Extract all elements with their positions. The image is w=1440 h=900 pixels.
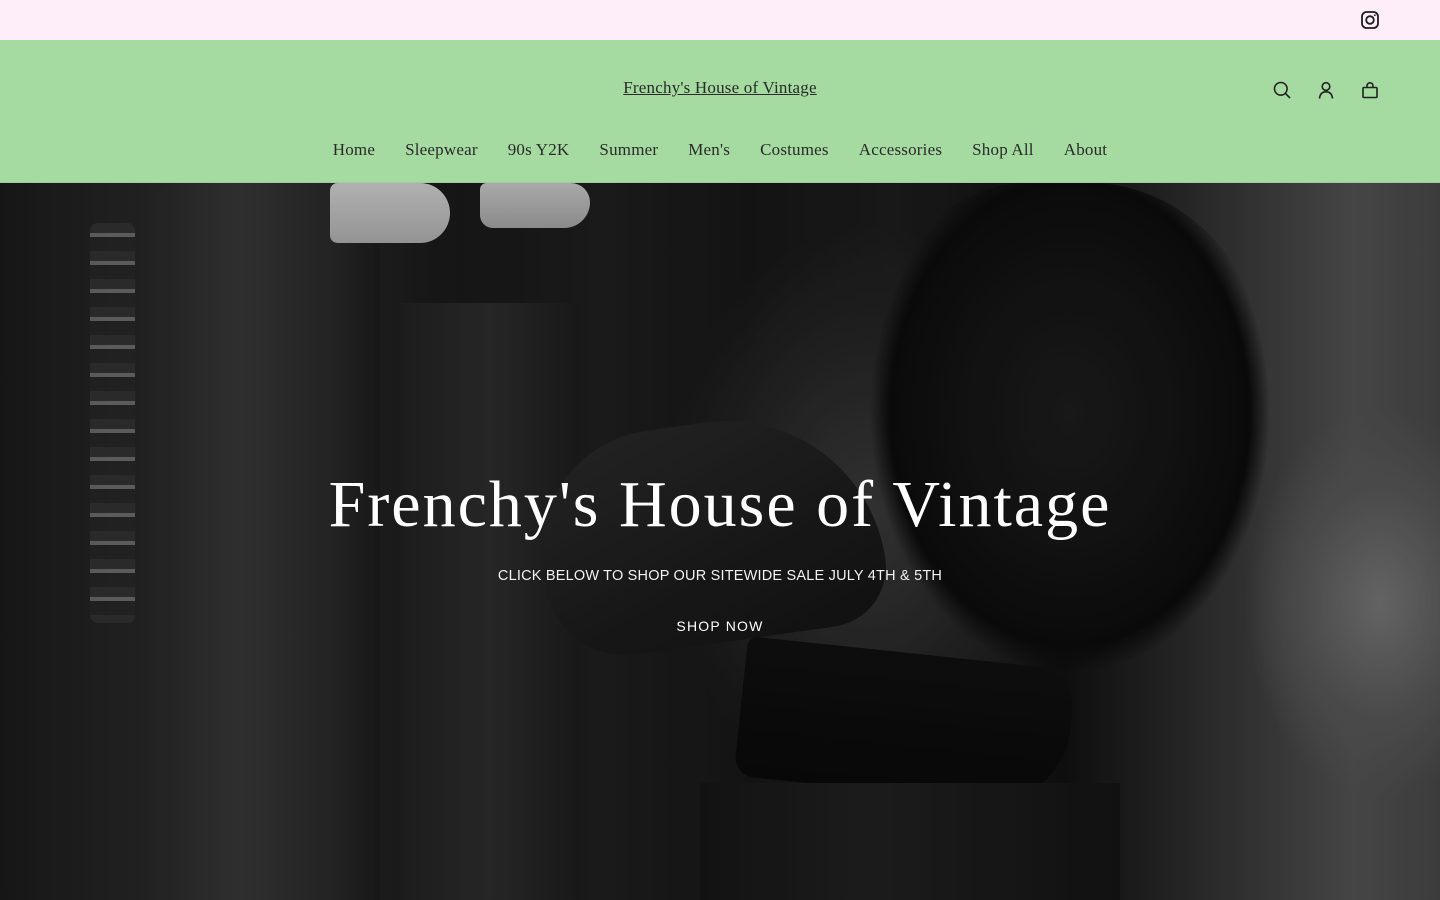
nav-item-costumes[interactable]: Costumes: [760, 140, 829, 160]
search-icon[interactable]: [1272, 80, 1292, 100]
nav-item-mens[interactable]: Men's: [688, 140, 730, 160]
nav-item-90s-y2k[interactable]: 90s Y2K: [508, 140, 570, 160]
main-nav: Home Sleepwear 90s Y2K Summer Men's Cost…: [0, 140, 1440, 160]
hero-content: Frenchy's House of Vintage CLICK BELOW T…: [0, 465, 1440, 636]
instagram-icon[interactable]: [1360, 10, 1380, 30]
nav-item-accessories[interactable]: Accessories: [859, 140, 942, 160]
header-icons: [1272, 80, 1380, 100]
hero-title: Frenchy's House of Vintage: [328, 468, 1112, 541]
site-title-link[interactable]: Frenchy's House of Vintage: [0, 78, 1440, 98]
site-header: Frenchy's House of Vintage Home Sleepwea…: [0, 40, 1440, 183]
cart-icon[interactable]: [1360, 80, 1380, 100]
nav-item-shop-all[interactable]: Shop All: [972, 140, 1034, 160]
nav-item-about[interactable]: About: [1064, 140, 1108, 160]
account-icon[interactable]: [1316, 80, 1336, 100]
announcement-bar: [0, 0, 1440, 40]
nav-item-sleepwear[interactable]: Sleepwear: [405, 140, 478, 160]
hero-banner: Frenchy's House of Vintage CLICK BELOW T…: [0, 183, 1440, 900]
nav-item-home[interactable]: Home: [333, 140, 375, 160]
hero-subtitle: CLICK BELOW TO SHOP OUR SITEWIDE SALE JU…: [497, 568, 943, 584]
shop-now-button[interactable]: SHOP NOW: [676, 618, 763, 634]
nav-item-summer[interactable]: Summer: [599, 140, 658, 160]
